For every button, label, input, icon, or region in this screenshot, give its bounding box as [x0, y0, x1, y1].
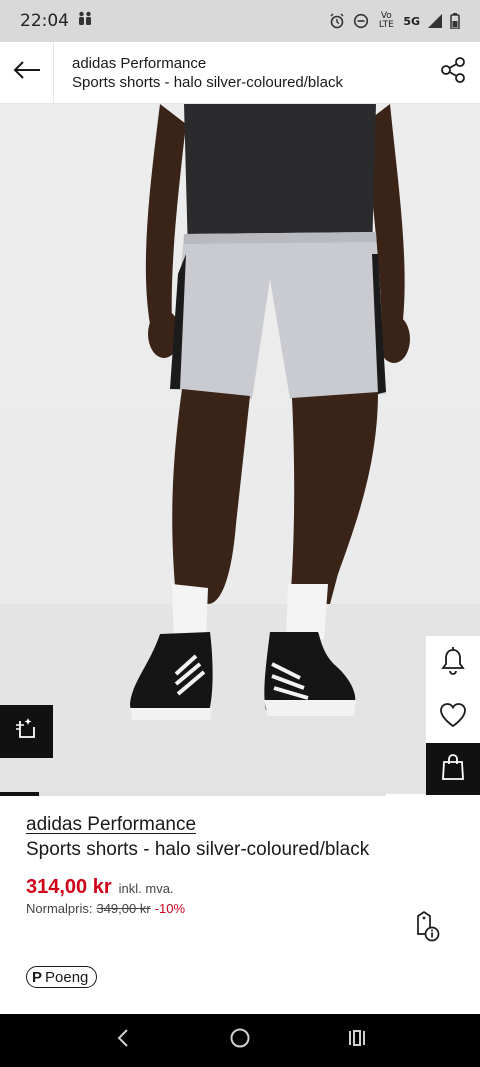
system-navigation-bar — [0, 1014, 480, 1067]
points-icon: P — [32, 968, 43, 986]
price-row: 314,00 kr inkl. mva. — [26, 876, 466, 899]
people-icon — [77, 11, 93, 32]
product-image[interactable] — [0, 104, 480, 794]
share-button[interactable] — [426, 42, 480, 104]
header-product-name: Sports shorts - halo silver-coloured/bla… — [72, 73, 343, 91]
shopping-bag-icon — [441, 753, 465, 786]
signal-icon — [428, 14, 442, 28]
recents-icon — [347, 1028, 367, 1053]
nav-back-button[interactable] — [103, 1021, 143, 1061]
product-details: adidas Performance Sports shorts - halo … — [26, 806, 466, 988]
chevron-left-icon — [116, 1028, 130, 1053]
volte-label: Vo LTE — [378, 11, 394, 30]
back-button[interactable] — [0, 41, 54, 104]
app-header: adidas Performance Sports shorts - halo … — [0, 41, 480, 104]
status-time: 22:04 — [20, 11, 69, 31]
add-to-bag-button[interactable] — [426, 743, 480, 795]
alarm-icon — [329, 13, 345, 29]
battery-icon — [450, 13, 460, 29]
network-type: 5G — [403, 14, 420, 28]
discount-percent: -10% — [154, 901, 186, 916]
dnd-icon — [353, 13, 369, 29]
image-gallery-progress-fill — [0, 792, 39, 796]
notify-button[interactable] — [426, 636, 480, 690]
price-tag-info-icon — [412, 910, 442, 948]
bell-icon — [440, 646, 466, 680]
nav-recents-button[interactable] — [337, 1021, 377, 1061]
product-name: Sports shorts - halo silver-coloured/bla… — [26, 839, 370, 860]
vat-label: inkl. mva. — [118, 881, 174, 896]
heart-icon — [439, 702, 467, 733]
share-icon — [439, 56, 467, 89]
virtual-try-on-icon — [14, 716, 40, 747]
points-label: Poeng — [45, 968, 89, 986]
header-brand: adidas Performance — [72, 54, 207, 72]
brand-link[interactable]: adidas Performance — [26, 814, 196, 836]
arrow-left-icon — [13, 60, 41, 85]
price-info-button[interactable] — [412, 910, 442, 944]
old-price: 349,00 kr — [96, 901, 151, 916]
current-price: 314,00 kr — [26, 876, 112, 898]
status-bar: 22:04 Vo LTE 5G — [0, 0, 480, 42]
normal-price-label: Normalpris: — [26, 901, 93, 916]
image-gallery-progress — [0, 792, 386, 796]
points-badge[interactable]: P Poeng — [26, 966, 98, 988]
product-photo — [0, 104, 480, 794]
nav-home-button[interactable] — [220, 1021, 260, 1061]
virtual-try-on-button[interactable] — [0, 705, 53, 758]
header-titles: adidas Performance Sports shorts - halo … — [54, 54, 426, 92]
normal-price-row: Normalpris: 349,00 kr -10% — [26, 901, 466, 916]
wishlist-button[interactable] — [426, 690, 480, 744]
home-circle-icon — [229, 1027, 251, 1054]
